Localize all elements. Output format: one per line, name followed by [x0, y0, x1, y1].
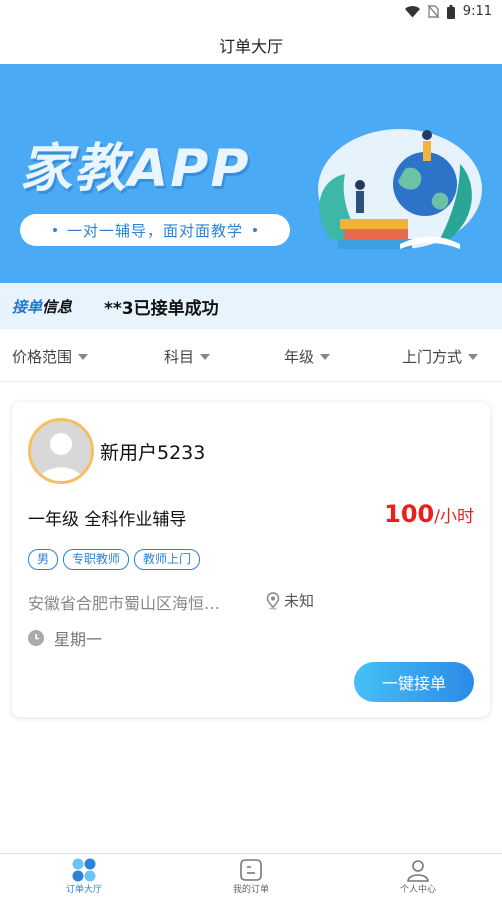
price-unit: /小时 [434, 507, 474, 527]
filter-label: 科目 [164, 348, 195, 366]
status-bar: 9:11 [0, 0, 502, 26]
order-subject: 一年级 全科作业辅导 [28, 510, 187, 530]
ticker-tag: 接单信息 [12, 296, 72, 317]
order-price: 100/小时 [384, 500, 474, 528]
banner-slogan-pill: 一对一辅导，面对面教学 [20, 214, 290, 246]
page-title-bar: 订单大厅 [0, 26, 502, 64]
default-avatar-icon [39, 433, 83, 481]
avatar [28, 418, 94, 484]
tab-personal-center[interactable]: 个人中心 [368, 858, 468, 895]
tab-my-orders[interactable]: 我的订单 [201, 858, 301, 895]
tag-teacher-type: 专职教师 [63, 549, 130, 570]
tab-label: 我的订单 [232, 885, 269, 895]
filter-subject[interactable]: 科目 [164, 346, 211, 367]
tag-gender: 男 [28, 549, 59, 570]
grab-order-button[interactable]: 一键接单 [354, 662, 474, 702]
banner-title: 家教APP [20, 139, 251, 199]
order-schedule: 星期一 [28, 626, 102, 650]
bottom-tab-bar: 订单大厅 我的订单 个人中心 [0, 853, 502, 902]
battery-icon [446, 4, 455, 19]
filter-label: 年级 [284, 348, 315, 366]
username: 新用户5233 [100, 442, 206, 464]
order-ticker: 接单信息 **3已接单成功 [0, 283, 502, 329]
banner-slogan: 一对一辅导，面对面教学 [66, 221, 243, 240]
caret-down-icon [468, 353, 479, 360]
grid-icon [72, 858, 96, 882]
promo-banner[interactable]: 家教APP 一对一辅导，面对面教学 [0, 64, 502, 283]
filter-label: 上门方式 [402, 348, 463, 366]
schedule-value: 星期一 [54, 630, 103, 649]
dot-icon [253, 228, 257, 232]
caret-down-icon [320, 353, 331, 360]
person-icon [407, 860, 429, 882]
filter-label: 价格范围 [12, 348, 73, 366]
tab-label: 个人中心 [399, 885, 436, 895]
distance-value: 未知 [284, 592, 315, 610]
filter-grade[interactable]: 年级 [284, 346, 331, 367]
location-pin-icon [266, 591, 280, 609]
order-distance: 未知 [266, 590, 314, 611]
page-title: 订单大厅 [218, 37, 283, 56]
filter-bar: 价格范围 科目 年级 上门方式 [0, 329, 502, 382]
caret-down-icon [78, 353, 89, 360]
price-value: 100 [384, 500, 435, 528]
tag-visit: 教师上门 [134, 549, 201, 570]
order-card[interactable]: 新用户5233 一年级 全科作业辅导 100/小时 男 专职教师 教师上门 安徽… [12, 402, 490, 717]
status-time: 9:11 [462, 4, 492, 19]
ticker-message: **3已接单成功 [104, 298, 219, 319]
filter-visit-method[interactable]: 上门方式 [402, 346, 479, 367]
ticker-tag-part1: 接单 [12, 297, 43, 316]
caret-down-icon [200, 353, 211, 360]
tab-label: 订单大厅 [65, 885, 102, 895]
order-address: 安徽省合肥市蜀山区海恒… [28, 594, 221, 613]
clock-icon [28, 630, 44, 646]
status-icons: 9:11 [404, 4, 492, 19]
no-sim-icon [427, 5, 439, 18]
order-icon [240, 859, 262, 881]
wifi-icon [404, 5, 420, 17]
filter-price-range[interactable]: 价格范围 [12, 346, 89, 367]
tab-order-hall[interactable]: 订单大厅 [34, 858, 134, 895]
education-illustration [318, 129, 482, 249]
ticker-tag-part2: 信息 [42, 297, 73, 316]
order-tags: 男 专职教师 教师上门 [28, 549, 201, 570]
dot-icon [52, 228, 57, 232]
